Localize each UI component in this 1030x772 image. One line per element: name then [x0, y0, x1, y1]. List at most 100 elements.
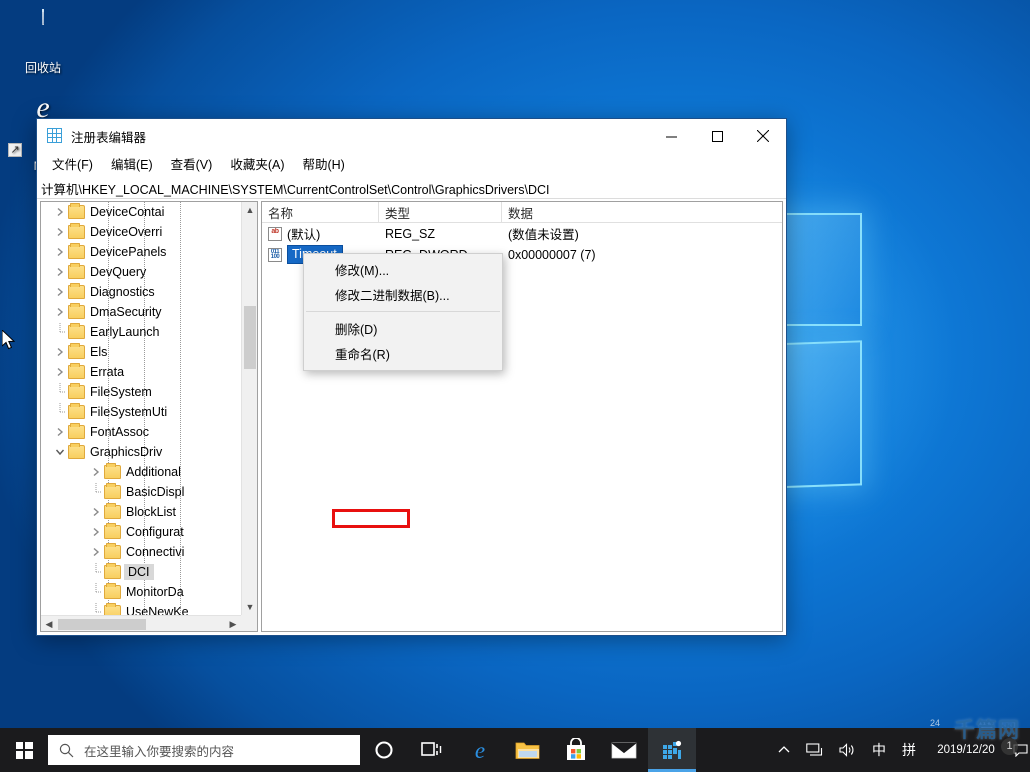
- column-header-data[interactable]: 数据: [502, 202, 782, 222]
- values-row[interactable]: ab(默认)REG_SZ(数值未设置): [262, 223, 782, 244]
- search-input[interactable]: 在这里输入你要搜索的内容: [48, 735, 360, 765]
- tree-item[interactable]: Connectivi: [41, 542, 241, 562]
- chevron-right-icon[interactable]: [52, 367, 68, 378]
- chevron-right-icon[interactable]: [88, 547, 104, 558]
- tree-item[interactable]: DevicePanels: [41, 242, 241, 262]
- folder-icon: [104, 605, 121, 615]
- registry-address-bar[interactable]: 计算机\HKEY_LOCAL_MACHINE\SYSTEM\CurrentCon…: [37, 177, 786, 199]
- tree-leaf-marker: [52, 383, 68, 401]
- chevron-right-icon[interactable]: [52, 307, 68, 318]
- tree-vscroll-thumb[interactable]: [244, 306, 256, 369]
- tree-item[interactable]: DCI: [41, 562, 241, 582]
- tree-item[interactable]: DeviceOverri: [41, 222, 241, 242]
- menu-view[interactable]: 查看(V): [162, 155, 222, 176]
- system-tray[interactable]: 中 拼 2019/12/20: [770, 728, 1030, 772]
- registry-editor-window[interactable]: 注册表编辑器 文件(F) 编辑(E) 查看(V) 收藏夹(A) 帮助(H) 计算…: [36, 118, 787, 636]
- tree-item[interactable]: Els: [41, 342, 241, 362]
- tree-item[interactable]: FileSystem: [41, 382, 241, 402]
- desktop-icon-recycle-bin[interactable]: ♻ 回收站: [6, 10, 80, 75]
- taskbar-clock[interactable]: 2019/12/20: [924, 743, 1010, 757]
- search-placeholder: 在这里输入你要搜索的内容: [84, 741, 234, 760]
- chevron-right-icon[interactable]: [52, 267, 68, 278]
- tree-vertical-scrollbar[interactable]: ▲ ▼: [241, 202, 257, 615]
- context-menu-item-rename[interactable]: 重命名(R): [304, 341, 502, 366]
- tree-item-label: Connectivi: [126, 545, 184, 559]
- tree-horizontal-scrollbar[interactable]: ◀ ▶: [41, 615, 241, 631]
- chevron-right-icon[interactable]: [88, 467, 104, 478]
- context-menu-item-modify[interactable]: 修改(M)...: [304, 257, 502, 282]
- tree-leaf-marker: [52, 323, 68, 341]
- chevron-right-icon[interactable]: [52, 287, 68, 298]
- scroll-left-arrow[interactable]: ◀: [41, 616, 57, 632]
- tree-item[interactable]: DeviceContai: [41, 202, 241, 222]
- values-header-row[interactable]: 名称 类型 数据: [262, 202, 782, 223]
- ime-keyboard-indicator[interactable]: 拼: [894, 728, 924, 772]
- menu-favorites[interactable]: 收藏夹(A): [221, 155, 293, 176]
- window-menubar[interactable]: 文件(F) 编辑(E) 查看(V) 收藏夹(A) 帮助(H): [37, 153, 786, 177]
- action-center-icon[interactable]: [1010, 728, 1030, 772]
- tree-hscroll-thumb[interactable]: [58, 619, 146, 630]
- tree-leaf-marker: [88, 483, 104, 501]
- taskbar-edge-icon[interactable]: e: [456, 728, 504, 772]
- ime-mode-indicator[interactable]: 中: [864, 728, 894, 772]
- tree-item[interactable]: GraphicsDriv: [41, 442, 241, 462]
- search-icon: [59, 743, 74, 758]
- tree-item[interactable]: DmaSecurity: [41, 302, 241, 322]
- folder-icon: [68, 425, 85, 439]
- chevron-down-icon[interactable]: [52, 447, 68, 458]
- value-name-cell[interactable]: ab(默认): [262, 224, 379, 243]
- context-menu[interactable]: 修改(M)... 修改二进制数据(B)... 删除(D) 重命名(R): [303, 253, 503, 371]
- start-button[interactable]: [0, 728, 48, 772]
- minimize-button[interactable]: [648, 120, 694, 153]
- context-menu-item-modify-binary[interactable]: 修改二进制数据(B)...: [304, 282, 502, 307]
- menu-file[interactable]: 文件(F): [43, 155, 102, 176]
- taskbar[interactable]: 在这里输入你要搜索的内容 e: [0, 728, 1030, 772]
- window-title: 注册表编辑器: [71, 127, 648, 146]
- taskbar-mail-icon[interactable]: [600, 728, 648, 772]
- taskbar-microsoft-store-icon[interactable]: [552, 728, 600, 772]
- menu-edit[interactable]: 编辑(E): [102, 155, 162, 176]
- chevron-right-icon[interactable]: [52, 227, 68, 238]
- chevron-right-icon[interactable]: [52, 347, 68, 358]
- tree-item[interactable]: FileSystemUti: [41, 402, 241, 422]
- tree-item[interactable]: FontAssoc: [41, 422, 241, 442]
- context-menu-item-delete[interactable]: 删除(D): [304, 316, 502, 341]
- maximize-button[interactable]: [694, 120, 740, 153]
- tree-item[interactable]: UseNewKe: [41, 602, 241, 615]
- volume-icon[interactable]: [831, 728, 864, 772]
- taskbar-task-view-icon[interactable]: [408, 728, 456, 772]
- tree-item[interactable]: BasicDispl: [41, 482, 241, 502]
- chevron-right-icon[interactable]: [88, 527, 104, 538]
- tree-item[interactable]: Additional: [41, 462, 241, 482]
- taskbar-cortana-icon[interactable]: [360, 728, 408, 772]
- tree-item[interactable]: Errata: [41, 362, 241, 382]
- folder-icon: [68, 225, 85, 239]
- tree-item[interactable]: MonitorDa: [41, 582, 241, 602]
- close-button[interactable]: [740, 120, 786, 153]
- chevron-right-icon[interactable]: [88, 507, 104, 518]
- chevron-right-icon[interactable]: [52, 427, 68, 438]
- window-titlebar[interactable]: 注册表编辑器: [37, 119, 786, 153]
- network-icon[interactable]: [798, 728, 831, 772]
- scroll-up-arrow[interactable]: ▲: [242, 202, 258, 218]
- menu-help[interactable]: 帮助(H): [293, 155, 353, 176]
- taskbar-registry-editor-icon[interactable]: [648, 728, 696, 772]
- show-hidden-icons-button[interactable]: [770, 728, 798, 772]
- tree-item-label: GraphicsDriv: [90, 445, 162, 459]
- tree-leaf-marker: [88, 583, 104, 601]
- registry-tree-pane[interactable]: DeviceContaiDeviceOverriDevicePanelsDevQ…: [40, 201, 258, 632]
- tree-item-label: MonitorDa: [126, 585, 184, 599]
- tree-item[interactable]: EarlyLaunch: [41, 322, 241, 342]
- chevron-right-icon[interactable]: [52, 247, 68, 258]
- registry-tree[interactable]: DeviceContaiDeviceOverriDevicePanelsDevQ…: [41, 202, 241, 615]
- tree-item[interactable]: BlockList: [41, 502, 241, 522]
- scroll-right-arrow[interactable]: ▶: [225, 616, 241, 632]
- tree-item[interactable]: DevQuery: [41, 262, 241, 282]
- tree-item[interactable]: Configurat: [41, 522, 241, 542]
- column-header-type[interactable]: 类型: [379, 202, 502, 222]
- scroll-down-arrow[interactable]: ▼: [242, 599, 258, 615]
- chevron-right-icon[interactable]: [52, 207, 68, 218]
- column-header-name[interactable]: 名称: [262, 202, 379, 222]
- taskbar-file-explorer-icon[interactable]: [504, 728, 552, 772]
- tree-item[interactable]: Diagnostics: [41, 282, 241, 302]
